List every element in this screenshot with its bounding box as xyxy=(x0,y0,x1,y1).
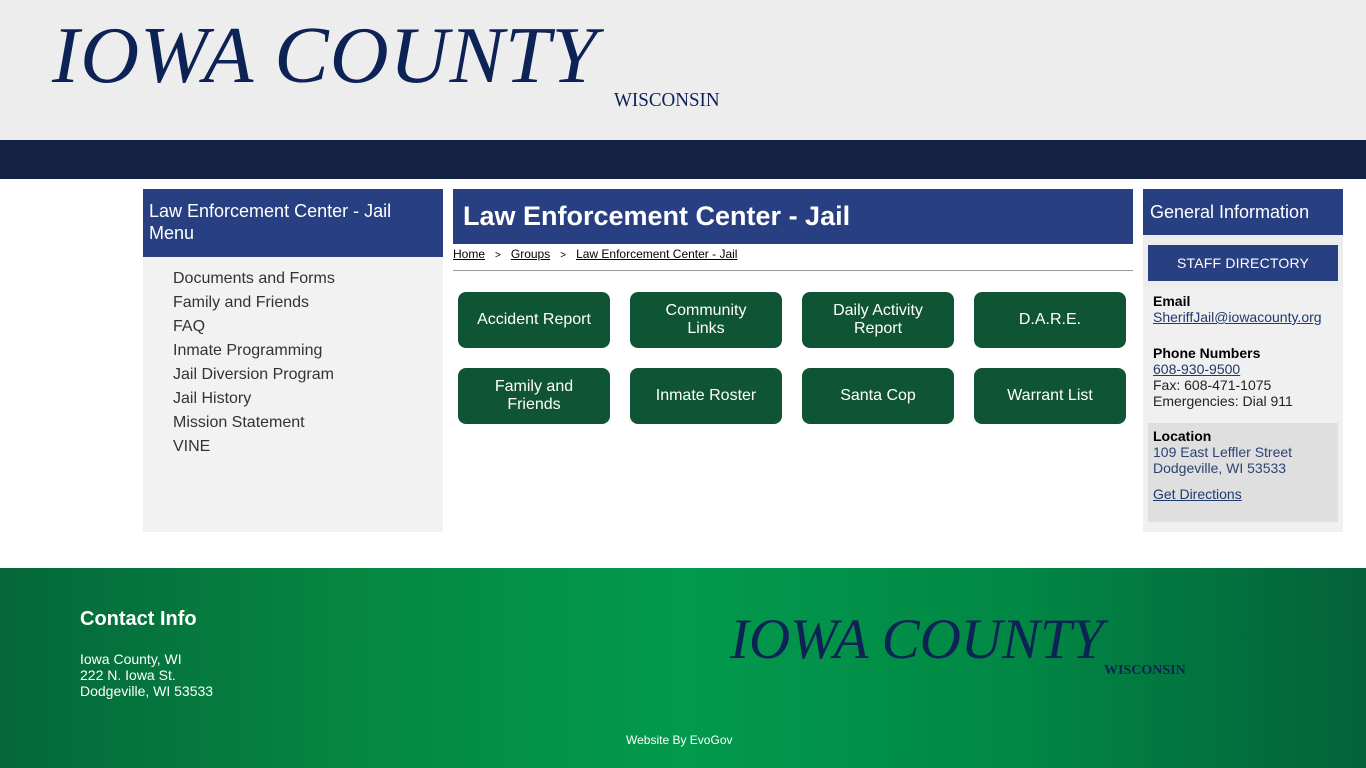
tile-inmate-roster[interactable]: Inmate Roster xyxy=(630,368,782,424)
breadcrumb-current[interactable]: Law Enforcement Center - Jail xyxy=(576,247,737,261)
emergency-number: Emergencies: Dial 911 xyxy=(1153,393,1293,409)
phone-link[interactable]: 608-930-9500 xyxy=(1153,361,1240,377)
general-info-title: General Information xyxy=(1143,189,1343,235)
get-directions-link[interactable]: Get Directions xyxy=(1153,486,1242,502)
menu-item-inmate-programming[interactable]: Inmate Programming xyxy=(173,339,443,363)
county-logo[interactable]: IOWA COUNTY WISCONSIN xyxy=(52,14,762,114)
website-credit-link[interactable]: Website By EvoGov xyxy=(626,733,733,747)
fax-number: Fax: 608-471-1075 xyxy=(1153,377,1272,393)
tile-accident-report[interactable]: Accident Report xyxy=(458,292,610,348)
address-line-2: Dodgeville, WI 53533 xyxy=(1153,460,1287,476)
logo-subtitle: WISCONSIN xyxy=(614,89,720,111)
navigation-bar xyxy=(0,140,1366,179)
footer-address-line-2: 222 N. Iowa St. xyxy=(80,667,176,683)
breadcrumb-groups[interactable]: Groups xyxy=(511,247,550,261)
footer-address: Iowa County, WI 222 N. Iowa St. Dodgevil… xyxy=(80,651,213,699)
logo-title: IOWA COUNTY xyxy=(52,12,598,100)
main-content: Law Enforcement Center - Jail Home > Group… xyxy=(453,189,1133,424)
email-link[interactable]: SheriffJail@iowacounty.org xyxy=(1153,309,1322,325)
contact-details: Email SheriffJail@iowacounty.org Phone N… xyxy=(1143,287,1343,423)
menu-item-faq[interactable]: FAQ xyxy=(173,315,443,339)
location-label: Location xyxy=(1153,428,1212,444)
email-label: Email xyxy=(1153,293,1191,309)
menu-item-mission-statement[interactable]: Mission Statement xyxy=(173,411,443,435)
quick-links-grid: Accident Report Community Links Daily Ac… xyxy=(453,271,1133,424)
section-menu-title: Law Enforcement Center - Jail Menu xyxy=(143,189,443,257)
site-header: IOWA COUNTY WISCONSIN xyxy=(0,0,1366,140)
breadcrumb-separator: > xyxy=(495,250,501,261)
footer-logo-subtitle: WISCONSIN xyxy=(1104,663,1186,678)
address-line-1: 109 East Leffler Street xyxy=(1153,444,1293,460)
footer-address-line-1: Iowa County, WI xyxy=(80,651,182,667)
tile-santa-cop[interactable]: Santa Cop xyxy=(802,368,954,424)
menu-item-family-and-friends[interactable]: Family and Friends xyxy=(173,291,443,315)
section-menu-list: Documents and Forms Family and Friends F… xyxy=(143,257,443,459)
tile-family-and-friends[interactable]: Family and Friends xyxy=(458,368,610,424)
tile-dare[interactable]: D.A.R.E. xyxy=(974,292,1126,348)
footer-address-line-3: Dodgeville, WI 53533 xyxy=(80,683,214,699)
footer-logo-title: IOWA COUNTY xyxy=(730,608,1104,671)
menu-item-documents-and-forms[interactable]: Documents and Forms xyxy=(173,267,443,291)
tile-community-links[interactable]: Community Links xyxy=(630,292,782,348)
staff-directory-wrap: STAFF DIRECTORY xyxy=(1143,235,1343,287)
breadcrumb-home[interactable]: Home xyxy=(453,247,485,261)
site-footer: Contact Info Iowa County, WI 222 N. Iowa… xyxy=(0,568,1366,768)
location-box: Location 109 East Leffler Street Dodgevi… xyxy=(1148,423,1338,522)
footer-contact-title: Contact Info xyxy=(80,608,197,630)
menu-item-vine[interactable]: VINE xyxy=(173,435,443,459)
tile-warrant-list[interactable]: Warrant List xyxy=(974,368,1126,424)
page-title: Law Enforcement Center - Jail xyxy=(453,189,1133,244)
footer-county-logo: IOWA COUNTY WISCONSIN xyxy=(730,610,1210,680)
phone-label: Phone Numbers xyxy=(1153,345,1261,361)
general-info-panel: General Information STAFF DIRECTORY Emai… xyxy=(1143,189,1343,532)
tile-daily-activity-report[interactable]: Daily Activity Report xyxy=(802,292,954,348)
menu-item-jail-diversion-program[interactable]: Jail Diversion Program xyxy=(173,363,443,387)
breadcrumb: Home > Groups > Law Enforcement Center - Jai… xyxy=(453,246,1133,262)
staff-directory-button[interactable]: STAFF DIRECTORY xyxy=(1148,245,1338,281)
menu-item-jail-history[interactable]: Jail History xyxy=(173,387,443,411)
breadcrumb-separator: > xyxy=(560,250,567,261)
section-menu: Law Enforcement Center - Jail Menu Docum… xyxy=(143,189,443,532)
